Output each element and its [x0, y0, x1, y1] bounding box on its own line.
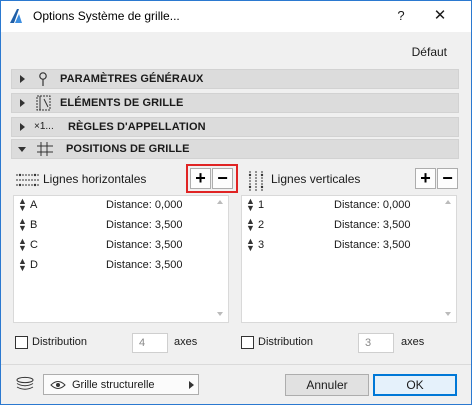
grid-line-distance: Distance: 0,000: [106, 199, 183, 211]
grid-line-distance: Distance: 3,500: [106, 239, 183, 251]
horizontal-lines-icon: [16, 173, 40, 187]
drag-handle-icon[interactable]: ▲ ▼: [246, 237, 255, 253]
chevron-right-icon: [189, 381, 194, 389]
help-button[interactable]: ?: [393, 8, 409, 24]
vertical-distribution-count[interactable]: 3: [358, 333, 394, 353]
grid-line-name: 3: [258, 239, 265, 251]
horizontal-distribution-label: Distribution: [32, 336, 88, 348]
vertical-add-remove-group: + −: [415, 168, 459, 190]
horizontal-lines-heading: Lignes horizontales: [43, 172, 147, 186]
footer-divider: [1, 364, 471, 365]
grid-line-distance: Distance: 0,000: [334, 199, 411, 211]
list-item[interactable]: ▲ ▼ 3 Distance: 3,500: [242, 236, 456, 256]
horizontal-add-button[interactable]: +: [190, 168, 211, 189]
list-item[interactable]: ▲ ▼ A Distance: 0,000: [14, 196, 228, 216]
grid-line-name: D: [30, 259, 38, 271]
naming-icon: ×1...: [34, 121, 54, 132]
list-item[interactable]: ▲ ▼ 2 Distance: 3,500: [242, 216, 456, 236]
collapsed-arrow-icon: [20, 75, 25, 83]
grid-line-distance: Distance: 3,500: [106, 219, 183, 231]
section-naming-rules[interactable]: ×1... RÈGLES D'APPELLATION: [11, 117, 459, 137]
horizontal-axes-label: axes: [174, 336, 198, 348]
horizontal-distribution-count[interactable]: 4: [132, 333, 168, 353]
vertical-add-button[interactable]: +: [415, 168, 436, 189]
horizontal-remove-button[interactable]: −: [212, 168, 233, 189]
pin-icon: [39, 72, 47, 86]
grid-line-distance: Distance: 3,500: [106, 259, 183, 271]
grid-line-name: 1: [258, 199, 265, 211]
grid-line-name: C: [30, 239, 38, 251]
drag-handle-icon[interactable]: ▲ ▼: [18, 237, 27, 253]
grid-line-distance: Distance: 3,500: [334, 239, 411, 251]
horizontal-lines-list[interactable]: ▲ ▼ A Distance: 0,000 ▲ ▼ B Distance: 3,50…: [13, 195, 229, 323]
vertical-lines-heading: Lignes verticales: [271, 172, 361, 186]
default-button[interactable]: Défaut: [412, 45, 447, 59]
section-grid-positions[interactable]: POSITIONS DE GRILLE: [11, 139, 459, 159]
list-item[interactable]: ▲ ▼ C Distance: 3,500: [14, 236, 228, 256]
list-item[interactable]: ▲ ▼ D Distance: 3,500: [14, 256, 228, 276]
vertical-distribution-checkbox[interactable]: [241, 336, 254, 349]
list-item[interactable]: ▲ ▼ 1 Distance: 0,000: [242, 196, 456, 216]
scroll-up-icon[interactable]: [445, 200, 451, 204]
layer-dropdown-value: Grille structurelle: [72, 379, 155, 391]
vertical-axes-label: axes: [401, 336, 425, 348]
section-label: ELÉMENTS DE GRILLE: [60, 97, 184, 109]
scroll-down-icon[interactable]: [445, 312, 451, 316]
cancel-button[interactable]: Annuler: [285, 374, 369, 396]
close-button[interactable]: ✕: [431, 7, 449, 25]
title-bar: Options Système de grille... ? ✕: [1, 1, 471, 32]
drag-handle-icon[interactable]: ▲ ▼: [246, 217, 255, 233]
drag-handle-icon[interactable]: ▲ ▼: [18, 257, 27, 273]
grid-line-name: 2: [258, 219, 265, 231]
drag-handle-icon[interactable]: ▲ ▼: [18, 217, 27, 233]
grid-element-icon: [36, 95, 51, 111]
drag-handle-icon[interactable]: ▲ ▼: [246, 197, 255, 213]
section-label: PARAMÈTRES GÉNÉRAUX: [60, 73, 204, 85]
horizontal-distribution-checkbox[interactable]: [15, 336, 28, 349]
vertical-lines-list[interactable]: ▲ ▼ 1 Distance: 0,000 ▲ ▼ 2 Distance: 3,50…: [241, 195, 457, 323]
grid-positions-icon: [37, 142, 53, 156]
vertical-lines-icon: [248, 171, 264, 191]
list-item[interactable]: ▲ ▼ B Distance: 3,500: [14, 216, 228, 236]
grid-line-name: B: [30, 219, 38, 231]
drag-handle-icon[interactable]: ▲ ▼: [18, 197, 27, 213]
scroll-up-icon[interactable]: [217, 200, 223, 204]
expanded-arrow-icon: [18, 147, 26, 152]
ok-button[interactable]: OK: [373, 374, 457, 396]
window-title: Options Système de grille...: [33, 9, 180, 23]
section-grid-elements[interactable]: ELÉMENTS DE GRILLE: [11, 93, 459, 113]
scroll-down-icon[interactable]: [217, 312, 223, 316]
collapsed-arrow-icon: [20, 123, 25, 131]
horizontal-add-remove-group: + −: [190, 168, 234, 190]
section-general-parameters[interactable]: PARAMÈTRES GÉNÉRAUX: [11, 69, 459, 89]
layer-dropdown[interactable]: Grille structurelle: [43, 374, 199, 395]
archicad-app-icon: [10, 9, 22, 23]
collapsed-arrow-icon: [20, 99, 25, 107]
grid-line-distance: Distance: 3,500: [334, 219, 411, 231]
grid-line-name: A: [30, 199, 38, 211]
dialog-window: Options Système de grille... ? ✕ Défaut …: [0, 0, 472, 405]
section-label: POSITIONS DE GRILLE: [66, 143, 190, 155]
eye-icon: [50, 381, 66, 389]
section-label: RÈGLES D'APPELLATION: [68, 121, 206, 133]
layers-icon: [16, 376, 34, 390]
vertical-remove-button[interactable]: −: [437, 168, 458, 189]
vertical-distribution-label: Distribution: [258, 336, 314, 348]
